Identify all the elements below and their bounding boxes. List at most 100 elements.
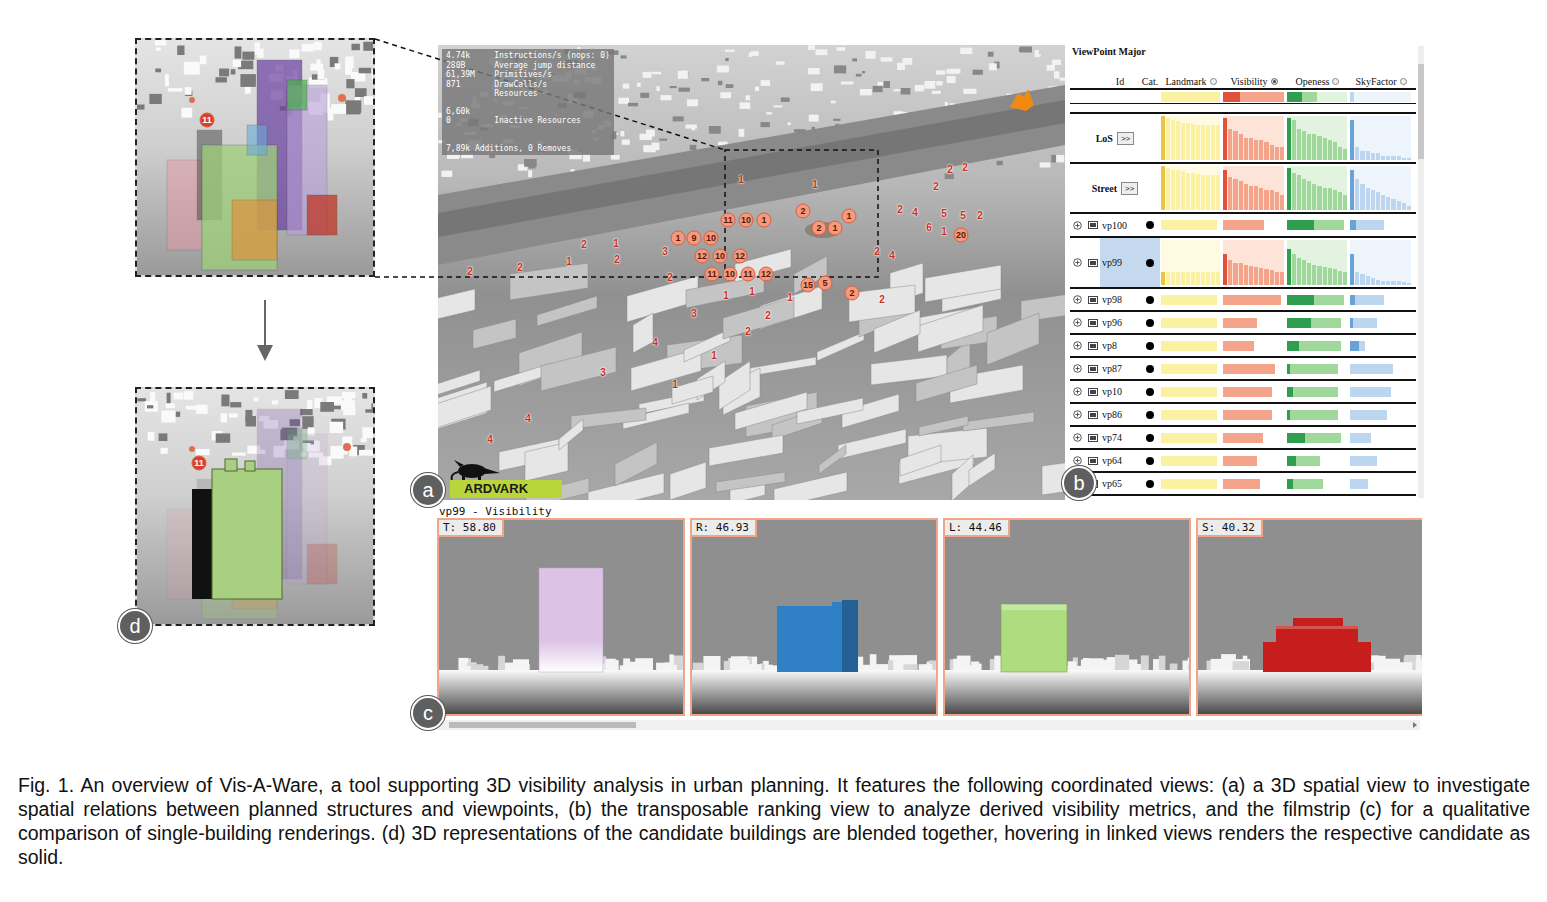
- viewpoint-row[interactable]: vp98: [1070, 289, 1416, 312]
- scrollbar-thumb[interactable]: [1418, 64, 1424, 159]
- viewpoint-pin[interactable]: 1: [941, 227, 947, 237]
- viewpoint-row[interactable]: vp87: [1070, 358, 1416, 381]
- viewpoint-row[interactable]: vp86: [1070, 404, 1416, 427]
- viewpoint-pin[interactable]: 4: [652, 338, 658, 348]
- viewpoint-pin[interactable]: 2: [879, 295, 885, 305]
- metric-header[interactable]: Landmark: [1160, 76, 1222, 87]
- viewpoint-pin[interactable]: 4: [525, 414, 531, 424]
- sort-radio[interactable]: [1210, 78, 1217, 85]
- viewpoint-pin[interactable]: 2: [796, 204, 811, 219]
- viewpoint-pin[interactable]: 2: [517, 263, 523, 273]
- camera-icon-cell[interactable]: [1085, 404, 1100, 425]
- group-row[interactable]: LoS>>: [1070, 114, 1416, 164]
- filmstrip-frame[interactable]: S: 40.32: [1196, 518, 1422, 716]
- column-header[interactable]: Cat.: [1140, 76, 1160, 87]
- filmstrip-frame[interactable]: L: 44.46: [943, 518, 1191, 716]
- column-header[interactable]: Id: [1100, 76, 1140, 87]
- scrollbar-thumb[interactable]: [449, 722, 636, 728]
- viewpoint-pin[interactable]: 12: [695, 249, 710, 264]
- viewpoint-pin[interactable]: 11: [721, 213, 736, 228]
- scroll-right-icon[interactable]: [1413, 722, 1417, 728]
- viewpoint-pin[interactable]: 1: [828, 221, 843, 236]
- camera-icon-cell[interactable]: [1085, 214, 1100, 236]
- viewpoint-pin[interactable]: 10: [723, 267, 738, 282]
- metric-header[interactable]: SkyFactor: [1349, 76, 1413, 87]
- viewpoint-row[interactable]: vp65: [1070, 473, 1416, 496]
- viewpoint-pin[interactable]: 2: [581, 240, 587, 250]
- viewpoint-pin[interactable]: 5: [818, 276, 833, 291]
- viewpoint-pin[interactable]: 10: [739, 213, 754, 228]
- expand-icon-cell[interactable]: [1070, 381, 1085, 402]
- filmstrip-frame[interactable]: R: 46.93: [690, 518, 938, 716]
- expand-icon-cell[interactable]: [1070, 312, 1085, 333]
- viewpoint-pin[interactable]: 11: [705, 267, 720, 282]
- viewpoint-pin[interactable]: 2: [897, 205, 903, 215]
- viewpoint-pin[interactable]: 4: [487, 435, 493, 445]
- filmstrip-frame[interactable]: T: 58.80: [437, 518, 685, 716]
- metric-header[interactable]: Visibility: [1222, 76, 1286, 87]
- viewpoint-pin[interactable]: 2: [845, 286, 860, 301]
- viewpoint-pin[interactable]: 20: [954, 228, 969, 243]
- viewpoint-pin[interactable]: 1: [749, 287, 755, 297]
- expand-icon-cell[interactable]: [1070, 427, 1085, 448]
- viewpoint-pin[interactable]: 2: [467, 267, 473, 277]
- viewpoint-pin[interactable]: 1: [672, 380, 678, 390]
- viewpoint-pin[interactable]: 1: [757, 213, 772, 228]
- expand-group-button[interactable]: >>: [1117, 132, 1134, 145]
- viewpoint-pin[interactable]: 1: [738, 175, 744, 185]
- viewpoint-row[interactable]: vp10: [1070, 381, 1416, 404]
- camera-icon-cell[interactable]: [1085, 238, 1100, 287]
- viewpoint-pin[interactable]: 2: [947, 165, 953, 175]
- viewpoint-row[interactable]: vp64: [1070, 450, 1416, 473]
- viewpoint-pin[interactable]: 3: [600, 368, 606, 378]
- expand-icon-cell[interactable]: [1070, 289, 1085, 310]
- viewpoint-pin[interactable]: 1: [566, 257, 572, 267]
- viewpoint-pin[interactable]: 2: [812, 221, 827, 236]
- camera-icon-cell[interactable]: [1085, 427, 1100, 448]
- group-row[interactable]: Street>>: [1070, 164, 1416, 214]
- viewpoint-row[interactable]: vp96: [1070, 312, 1416, 335]
- ranking-scrollbar[interactable]: [1418, 46, 1424, 498]
- viewpoint-pin[interactable]: 1: [842, 209, 857, 224]
- sort-radio[interactable]: [1332, 78, 1339, 85]
- viewpoint-row[interactable]: vp100: [1070, 214, 1416, 238]
- viewpoint-pin[interactable]: 5: [960, 211, 966, 221]
- viewpoint-pin[interactable]: 9: [687, 231, 702, 246]
- expand-icon-cell[interactable]: [1070, 214, 1085, 236]
- expand-icon-cell[interactable]: [1070, 335, 1085, 356]
- spatial-view[interactable]: 4.74k Instructions/s (nops: 0)280B Avera…: [438, 45, 1065, 500]
- viewpoint-pin[interactable]: 11: [200, 113, 215, 128]
- expand-icon-cell[interactable]: [1070, 404, 1085, 425]
- viewpoint-pin[interactable]: 15: [801, 278, 816, 293]
- viewpoint-pin[interactable]: 2: [765, 311, 771, 321]
- viewpoint-row[interactable]: vp99: [1070, 238, 1416, 289]
- viewpoint-pin[interactable]: 11: [741, 267, 756, 282]
- viewpoint-pin[interactable]: 3: [691, 309, 697, 319]
- sort-radio[interactable]: [1271, 78, 1278, 85]
- viewpoint-pin[interactable]: 1: [812, 180, 818, 190]
- viewpoint-pin[interactable]: 2: [667, 273, 673, 283]
- viewpoint-pin[interactable]: 2: [933, 182, 939, 192]
- viewpoint-pin[interactable]: 2: [745, 327, 751, 337]
- viewpoint-pin[interactable]: 2: [614, 255, 620, 265]
- viewpoint-pin[interactable]: 5: [941, 209, 947, 219]
- camera-icon-cell[interactable]: [1085, 335, 1100, 356]
- viewpoint-pin[interactable]: 1: [671, 231, 686, 246]
- expand-group-button[interactable]: >>: [1121, 182, 1138, 195]
- viewpoint-pin[interactable]: 12: [733, 249, 748, 264]
- viewpoint-pin[interactable]: 10: [713, 249, 728, 264]
- viewpoint-pin[interactable]: 3: [662, 247, 668, 257]
- viewpoint-pin[interactable]: 4: [912, 208, 918, 218]
- viewpoint-row[interactable]: vp74: [1070, 427, 1416, 450]
- viewpoint-pin[interactable]: 1: [711, 351, 717, 361]
- expand-icon-cell[interactable]: [1070, 238, 1085, 287]
- viewpoint-pin[interactable]: 10: [704, 231, 719, 246]
- sort-radio[interactable]: [1400, 78, 1407, 85]
- viewpoint-row[interactable]: vp8: [1070, 335, 1416, 358]
- viewpoint-pin[interactable]: 11: [192, 456, 207, 471]
- camera-icon-cell[interactable]: [1085, 381, 1100, 402]
- viewpoint-pin[interactable]: 4: [889, 251, 895, 261]
- viewpoint-pin[interactable]: 2: [977, 211, 983, 221]
- viewpoint-pin[interactable]: 1: [613, 239, 619, 249]
- viewpoint-pin[interactable]: 2: [962, 163, 968, 173]
